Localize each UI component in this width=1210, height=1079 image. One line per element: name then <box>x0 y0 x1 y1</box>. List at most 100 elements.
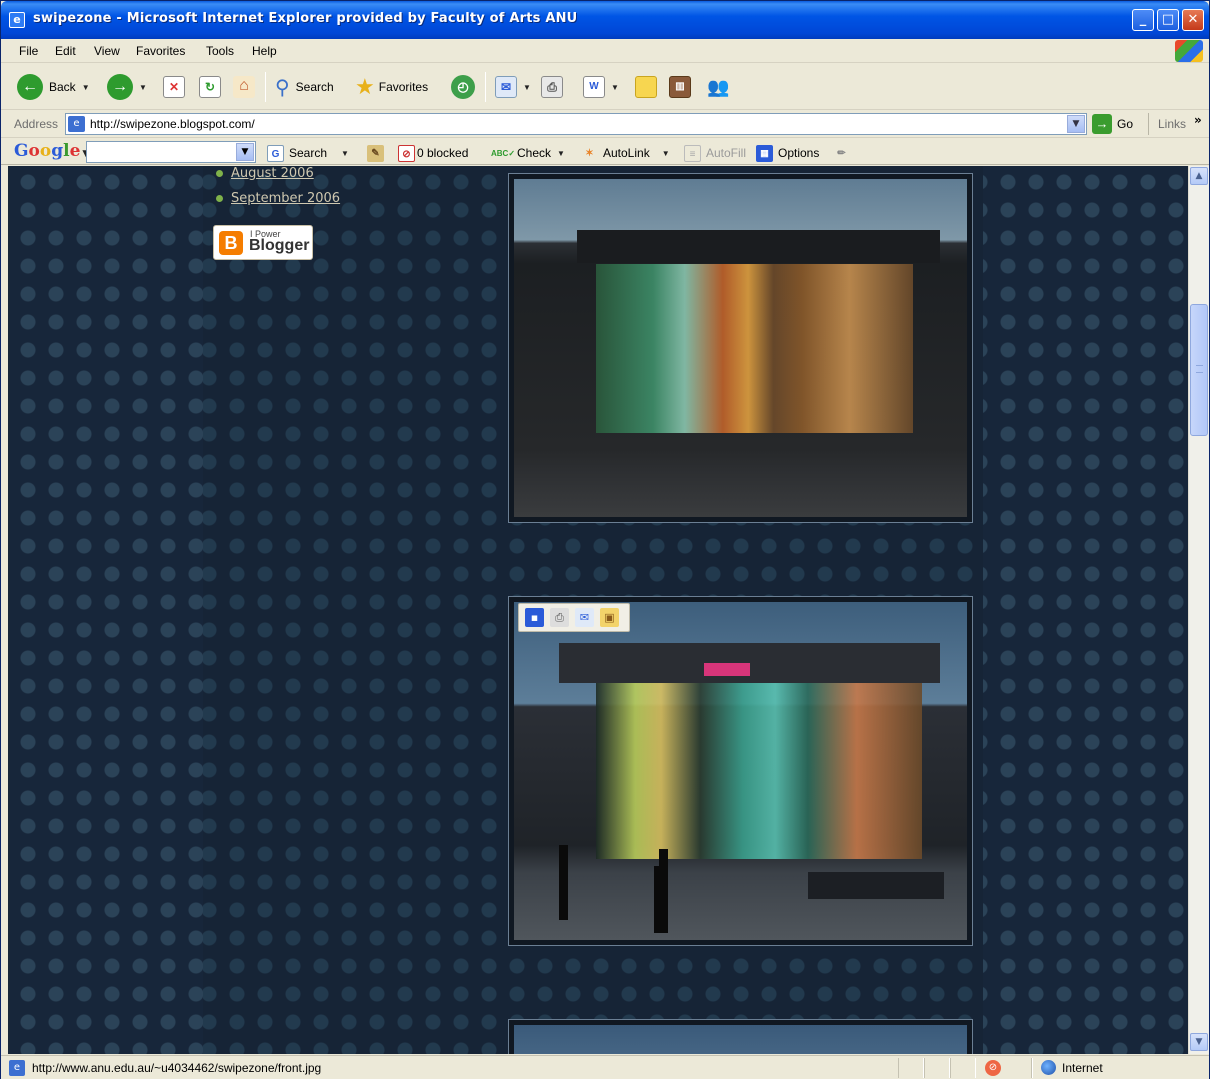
image-toolbar: ▪ ⎙ ✉ ▣ <box>518 603 630 632</box>
scrollbar-thumb[interactable] <box>1190 304 1208 436</box>
home-button[interactable]: ⌂ <box>233 73 255 101</box>
back-dropdown-icon[interactable]: ▼ <box>82 83 90 92</box>
search-icon: ⚲ <box>275 76 290 99</box>
popup-blocked-icon[interactable]: ⊘ <box>985 1060 1001 1076</box>
vertical-scrollbar[interactable]: ▲ ▼ <box>1188 166 1209 1054</box>
ie-app-icon[interactable]: e <box>9 12 25 28</box>
blocked-count: 0 blocked <box>417 146 469 160</box>
close-button[interactable]: ✕ <box>1182 9 1204 31</box>
favorites-button[interactable]: ★ Favorites <box>355 73 428 101</box>
forward-button[interactable]: → ▼ <box>107 73 147 101</box>
popup-blocker-icon: ⊘ <box>398 144 415 162</box>
chevron-right-icon[interactable]: » <box>1194 113 1202 127</box>
refresh-icon: ↻ <box>199 76 221 98</box>
scroll-up-icon[interactable]: ▲ <box>1190 167 1208 185</box>
spell-check-button[interactable]: ABC✓ Check ▼ <box>491 143 565 163</box>
toolbar-separator <box>485 72 486 102</box>
menu-view[interactable]: View <box>94 44 120 58</box>
forward-arrow-icon: → <box>107 74 133 100</box>
forward-dropdown-icon[interactable]: ▼ <box>139 83 147 92</box>
google-search-button[interactable]: G Search ▼ <box>267 143 349 163</box>
mail-dropdown-icon[interactable]: ▼ <box>523 83 531 92</box>
highlighter-button[interactable]: ✏ <box>833 143 855 163</box>
title-bar[interactable]: e swipezone - Microsoft Internet Explore… <box>1 1 1209 39</box>
google-toolbar: Google▼ ▼ G Search ▼ ✎ ⊘ 0 blocked ABC✓ … <box>1 139 1209 165</box>
back-button[interactable]: ← Back ▼ <box>17 73 90 101</box>
blog-photo-frame[interactable]: ▪ ⎙ ✉ ▣ <box>508 596 973 946</box>
search-button[interactable]: ⚲ Search <box>275 73 334 101</box>
blog-photo-dusk-installation[interactable] <box>514 602 967 940</box>
stop-button[interactable]: ✕ <box>163 73 185 101</box>
minimize-button[interactable]: _ <box>1132 9 1154 31</box>
photo-detail <box>595 263 913 433</box>
save-image-icon[interactable]: ▪ <box>525 608 544 627</box>
archive-link-september-2006[interactable]: September 2006 <box>216 191 340 206</box>
highlighter-pen-icon: ✏ <box>837 147 846 159</box>
zone-label: Internet <box>1062 1060 1103 1075</box>
history-button[interactable]: ◴ <box>451 73 475 101</box>
menu-help[interactable]: Help <box>252 44 277 58</box>
blog-photo-frame[interactable] <box>508 1019 973 1054</box>
edit-dropdown-icon[interactable]: ▼ <box>611 83 619 92</box>
menu-file[interactable]: File <box>19 44 38 58</box>
windows-flag-icon <box>1175 40 1203 62</box>
security-zone[interactable]: Internet <box>1041 1060 1103 1075</box>
options-button[interactable]: ▦ Options <box>756 143 819 163</box>
address-url[interactable]: http://swipezone.blogspot.com/ <box>90 117 255 131</box>
maximize-button[interactable]: □ <box>1157 9 1179 31</box>
autolink-dropdown-icon[interactable]: ▼ <box>662 149 670 158</box>
blog-photo-frame[interactable] <box>508 173 973 523</box>
pagerank-icon: ✎ <box>367 144 384 162</box>
google-logo-button[interactable]: Google▼ <box>14 141 89 161</box>
refresh-button[interactable]: ↻ <box>199 73 221 101</box>
status-cell <box>1031 1058 1033 1078</box>
status-cell <box>950 1058 976 1078</box>
autolink-button[interactable]: ✶ AutoLink ▼ <box>581 143 670 163</box>
menu-favorites[interactable]: Favorites <box>136 44 185 58</box>
scroll-down-icon[interactable]: ▼ <box>1190 1033 1208 1051</box>
photo-detail <box>559 845 569 920</box>
options-icon: ▦ <box>756 144 773 162</box>
research-books-icon: ▥ <box>669 76 691 98</box>
links-button[interactable]: Links <box>1158 117 1186 131</box>
menu-tools[interactable]: Tools <box>206 44 234 58</box>
archive-label: August 2006 <box>231 166 314 181</box>
photo-detail <box>595 683 922 859</box>
check-dropdown-icon[interactable]: ▼ <box>557 149 565 158</box>
status-text: http://www.anu.edu.au/~u4034462/swipezon… <box>32 1061 322 1075</box>
google-search-input[interactable]: ▼ <box>86 141 256 163</box>
messenger-icon: 👥 <box>707 76 730 97</box>
page-content: August 2006 September 2006 B I Power Blo… <box>8 166 1188 1054</box>
print-button[interactable]: ⎙ <box>541 73 563 101</box>
blog-photo-night-installation[interactable] <box>514 179 967 517</box>
pagerank-button[interactable]: ✎ <box>367 143 389 163</box>
archive-link-august-2006[interactable]: August 2006 <box>216 166 314 181</box>
stop-icon: ✕ <box>163 76 185 98</box>
blog-photo-partial[interactable] <box>514 1025 967 1054</box>
print-image-icon[interactable]: ⎙ <box>550 608 569 627</box>
mail-button[interactable]: ✉ ▼ <box>495 73 531 101</box>
standard-toolbar: ← Back ▼ → ▼ ✕ ↻ ⌂ ⚲ Search ★ Favorites … <box>1 64 1209 110</box>
google-search-dropdown-icon[interactable]: ▼ <box>341 149 349 158</box>
messenger-button[interactable]: 👥 <box>707 73 729 101</box>
address-dropdown-icon[interactable]: ▼ <box>1067 115 1085 133</box>
edit-button[interactable]: W ▼ <box>583 73 619 101</box>
address-bar: Address e http://swipezone.blogspot.com/… <box>1 111 1209 138</box>
archive-label: September 2006 <box>231 191 341 206</box>
grip-icon <box>1196 365 1203 373</box>
google-search-dropdown-icon[interactable]: ▼ <box>236 143 254 161</box>
status-bar: e http://www.anu.edu.au/~u4034462/swipez… <box>1 1055 1209 1079</box>
check-label: Check <box>517 146 552 160</box>
back-arrow-icon: ← <box>17 74 43 100</box>
powered-by-blogger-badge[interactable]: B I Power Blogger <box>213 225 313 260</box>
menu-edit[interactable]: Edit <box>55 44 76 58</box>
page-icon: e <box>68 116 85 132</box>
popup-blocker-button[interactable]: ⊘ 0 blocked <box>398 143 468 163</box>
email-image-icon[interactable]: ✉ <box>575 608 594 627</box>
my-pictures-icon[interactable]: ▣ <box>600 608 619 627</box>
note-icon <box>635 76 657 98</box>
go-button[interactable]: → Go <box>1092 114 1133 134</box>
discuss-button[interactable] <box>635 73 657 101</box>
research-button[interactable]: ▥ <box>669 73 691 101</box>
address-input[interactable]: e http://swipezone.blogspot.com/ ▼ <box>65 113 1087 135</box>
